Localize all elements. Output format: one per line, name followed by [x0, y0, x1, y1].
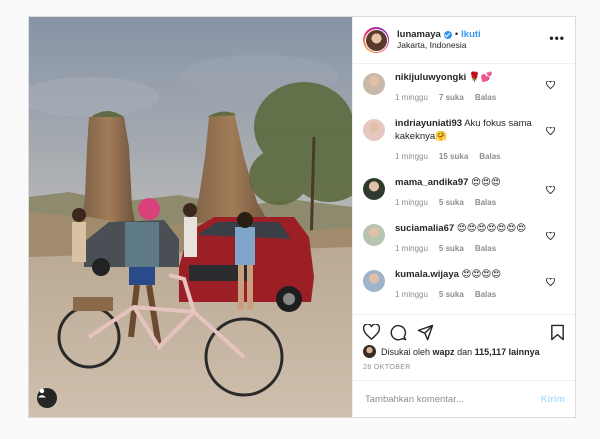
comment-avatar[interactable]: [363, 178, 385, 200]
comment-item: nikijuluwyongki 🌹💕 1 minggu 7 suka Balas: [363, 71, 565, 114]
action-bar: Disukai oleh wapz dan 115,117 lainnya 28…: [353, 314, 575, 380]
comment-likes[interactable]: 15 suka: [439, 152, 468, 161]
comment-item: suciamalia67 😍😍😍😍😍😍😍 1 minggu 5 suka Balas: [363, 222, 565, 265]
post-comment-button[interactable]: Kirim: [541, 394, 565, 405]
comment-avatar[interactable]: [363, 270, 385, 292]
comment-likes[interactable]: 5 suka: [439, 198, 464, 207]
post-header: lunamaya • Ikuti Jakarta, Indonesia •••: [353, 17, 575, 64]
liked-by-prefix: Disukai oleh: [381, 346, 431, 357]
comment-avatar[interactable]: [363, 224, 385, 246]
liked-by-mid: dan: [457, 346, 473, 357]
comment-like-icon[interactable]: [546, 181, 555, 199]
post-date[interactable]: 28 OKTOBER: [363, 364, 565, 371]
user-icon: [38, 388, 46, 398]
comment-input[interactable]: [363, 392, 541, 406]
comment-like-icon[interactable]: [546, 273, 555, 291]
comment-item: indriayuniati93 Aku fokus sama kakeknya🤗…: [363, 117, 565, 173]
reply-button[interactable]: Balas: [475, 93, 496, 102]
comment-username[interactable]: nikijuluwyongki: [395, 72, 466, 83]
comment-username[interactable]: mama_andika97: [395, 177, 468, 188]
more-options-icon[interactable]: •••: [549, 31, 565, 49]
comment-text: 😍😍😍😍: [461, 269, 502, 280]
separator-dot: •: [454, 28, 459, 40]
comment-like-icon[interactable]: [546, 76, 555, 94]
comment-time[interactable]: 1 minggu: [395, 290, 428, 299]
add-comment-bar: Kirim: [353, 380, 575, 417]
profile-avatar[interactable]: [363, 27, 389, 53]
comment-time[interactable]: 1 minggu: [395, 152, 428, 161]
post-photo[interactable]: [29, 17, 352, 417]
photo-scene: [29, 17, 352, 417]
comment-likes[interactable]: 5 suka: [439, 290, 464, 299]
tagged-users-button[interactable]: [37, 388, 57, 408]
comment-item: mama_andika97 😍😍😍 1 minggu 5 suka Balas: [363, 176, 565, 219]
liker-avatar: [363, 345, 376, 358]
reply-button[interactable]: Balas: [479, 152, 500, 161]
comment-username[interactable]: indriayuniati93: [395, 118, 462, 129]
location-link[interactable]: Jakarta, Indonesia: [397, 40, 549, 51]
reply-button[interactable]: Balas: [475, 290, 496, 299]
reply-button[interactable]: Balas: [475, 244, 496, 253]
comment-avatar[interactable]: [363, 73, 385, 95]
comment-likes[interactable]: 7 suka: [439, 93, 464, 102]
comment-time[interactable]: 1 minggu: [395, 198, 428, 207]
comment-time[interactable]: 1 minggu: [395, 93, 428, 102]
comment-text: 😍😍😍: [471, 177, 501, 188]
likes-summary[interactable]: Disukai oleh wapz dan 115,117 lainnya: [363, 345, 565, 358]
comment-text: 🌹💕: [468, 72, 493, 83]
verified-badge-icon: [443, 31, 452, 40]
comment-text: 😍😍😍😍😍😍😍: [456, 223, 527, 234]
likes-count[interactable]: 115,117 lainnya: [475, 347, 540, 357]
comment-item: kumala.wijaya 😍😍😍😍 1 minggu 5 suka Balas: [363, 268, 565, 311]
comment-like-icon[interactable]: [546, 122, 555, 140]
username-link[interactable]: lunamaya: [397, 29, 441, 41]
comment-username[interactable]: kumala.wijaya: [395, 269, 459, 280]
comments-list: nikijuluwyongki 🌹💕 1 minggu 7 suka Balas ind…: [353, 64, 575, 314]
like-icon[interactable]: [363, 324, 380, 340]
comment-time[interactable]: 1 minggu: [395, 244, 428, 253]
comment-avatar[interactable]: [363, 119, 385, 141]
instagram-post: lunamaya • Ikuti Jakarta, Indonesia ••• …: [28, 16, 576, 418]
reply-button[interactable]: Balas: [475, 198, 496, 207]
share-icon[interactable]: [417, 324, 434, 341]
liked-by-user[interactable]: wapz: [433, 347, 455, 357]
comment-username[interactable]: suciamalia67: [395, 223, 454, 234]
post-sidebar: lunamaya • Ikuti Jakarta, Indonesia ••• …: [352, 17, 575, 417]
comment-likes[interactable]: 5 suka: [439, 244, 464, 253]
follow-button[interactable]: Ikuti: [461, 29, 481, 41]
comment-like-icon[interactable]: [546, 227, 555, 245]
comment-icon[interactable]: [390, 324, 407, 341]
bookmark-icon[interactable]: [550, 324, 565, 341]
